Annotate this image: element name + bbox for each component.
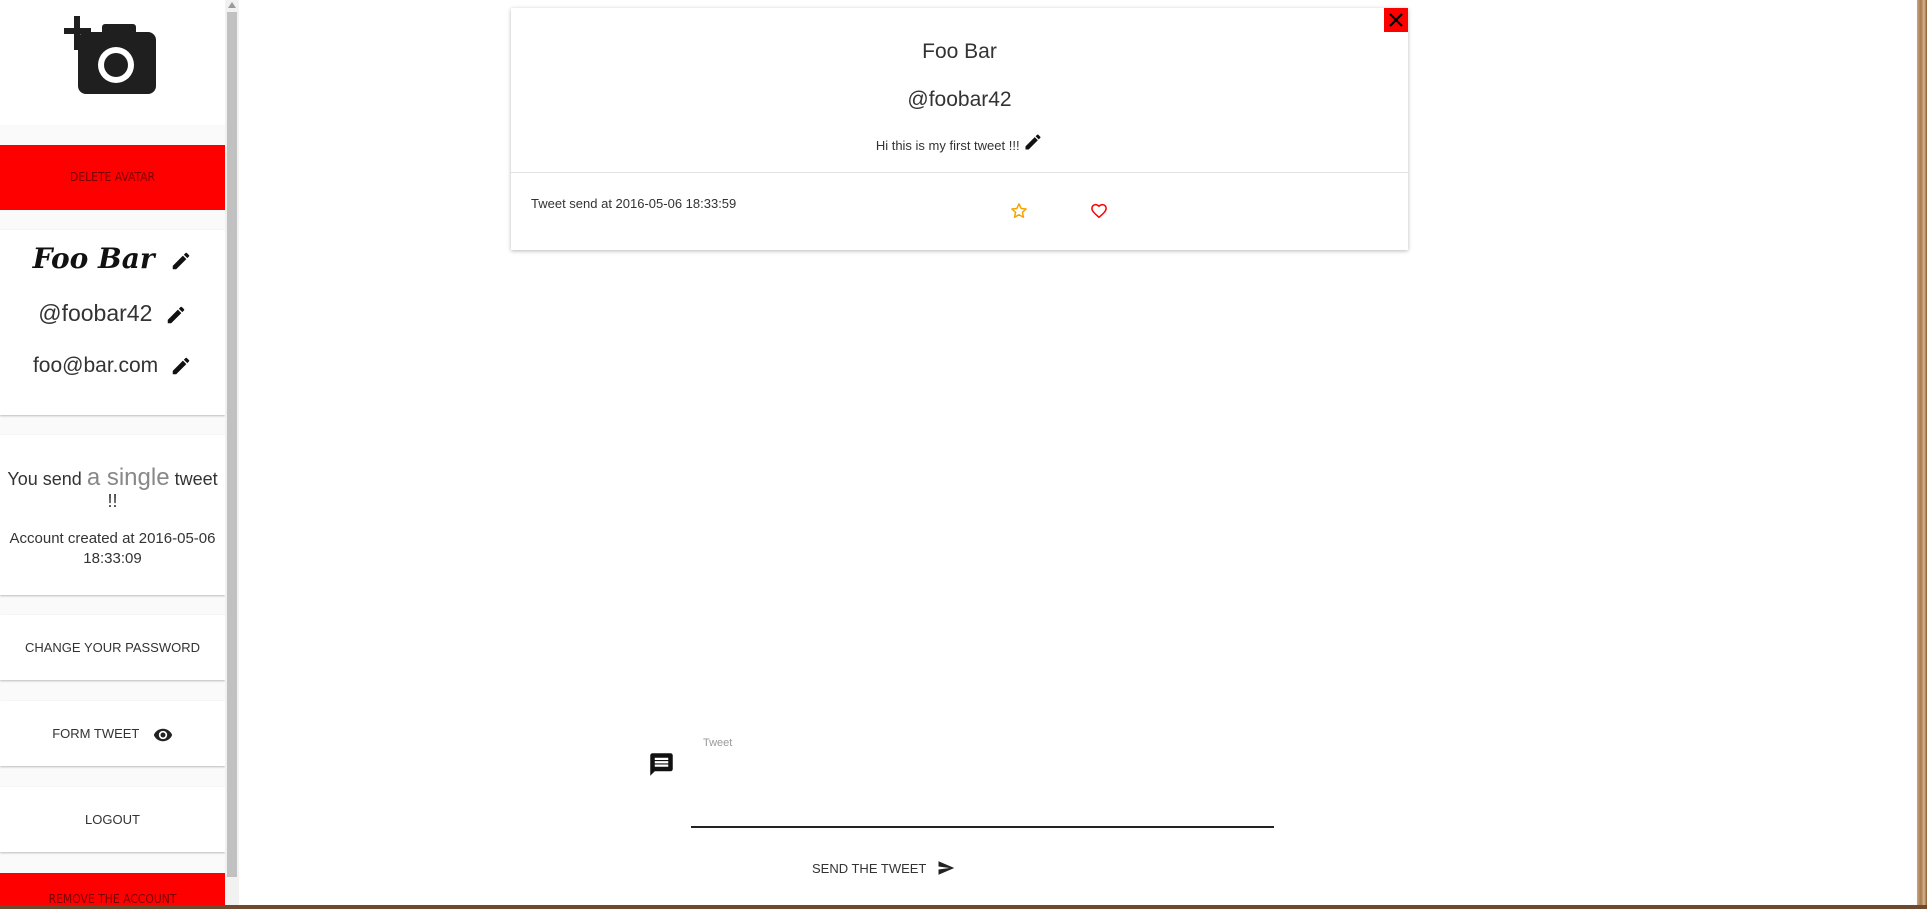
delete-avatar-button[interactable]: Delete avatar	[0, 145, 225, 210]
change-password-button[interactable]: Change your password	[0, 615, 225, 680]
tweet-count-text: You send a single tweet !!	[6, 464, 219, 512]
heart-icon[interactable]	[1090, 202, 1108, 220]
send-tweet-button[interactable]: Send the tweet	[812, 856, 956, 880]
star-icon[interactable]	[1010, 202, 1028, 220]
edit-handle-icon[interactable]	[165, 304, 187, 326]
edit-email-icon[interactable]	[170, 355, 192, 377]
tweet-text-row: Hi this is my first tweet !!!	[511, 132, 1408, 153]
add-a-photo-icon[interactable]	[64, 16, 156, 100]
edit-tweet-icon[interactable]	[1023, 132, 1043, 152]
profile-card: Foo Bar @foobar42 foo@bar.com	[0, 230, 225, 415]
form-tweet-card: Form tweet	[0, 701, 225, 766]
send-icon	[938, 861, 955, 875]
tweet-count-value: a single	[86, 464, 170, 491]
tweet-divider	[511, 172, 1408, 173]
form-tweet-button[interactable]: Form tweet	[0, 701, 225, 766]
logout-card: Logout	[0, 787, 225, 852]
profile-handle-row: @foobar42	[0, 300, 225, 327]
scroll-up-arrow-icon[interactable]	[228, 2, 236, 8]
tweet-date: Tweet send at 2016-05-06 18:33:59	[531, 196, 737, 211]
avatar-card	[0, 0, 225, 125]
profile-name: Foo Bar	[32, 242, 155, 275]
message-icon	[650, 753, 673, 776]
profile-email-row: foo@bar.com	[0, 354, 225, 378]
tweet-count-exclaim: !!	[107, 491, 118, 511]
tweet-text: Hi this is my first tweet !!!	[875, 138, 1020, 153]
close-button[interactable]	[1384, 8, 1408, 32]
window-bottom-edge	[0, 905, 1927, 909]
window-edge	[1917, 0, 1927, 909]
profile-email: foo@bar.com	[32, 354, 159, 377]
tweet-input-label: Tweet	[703, 737, 733, 749]
form-tweet-label: Form tweet	[52, 726, 140, 741]
sidebar-scrollbar[interactable]	[225, 0, 239, 909]
stats-card: You send a single tweet !! Account creat…	[0, 435, 225, 595]
account-created-text: Account created at 2016-05-06 18:33:09	[9, 530, 216, 567]
tweet-card: Foo Bar @foobar42 Hi this is my first tw…	[511, 8, 1408, 250]
profile-handle: @foobar42	[38, 300, 153, 326]
tweet-count-prefix: You send	[7, 469, 82, 489]
tweet-count-suffix: tweet	[174, 469, 218, 489]
sidebar: Delete avatar Foo Bar @foobar42 foo@bar.…	[0, 0, 225, 909]
tweet-input[interactable]	[691, 752, 1274, 828]
tweet-author-name: Foo Bar	[922, 40, 997, 63]
close-icon	[1389, 13, 1403, 27]
edit-name-icon[interactable]	[170, 250, 192, 272]
remove-account-button[interactable]: Remove the account	[0, 873, 225, 909]
logout-button[interactable]: Logout	[0, 787, 225, 852]
scrollbar-thumb[interactable]	[227, 12, 237, 877]
change-password-card: Change your password	[0, 615, 225, 680]
eye-icon	[153, 728, 172, 741]
tweet-author-handle: @foobar42	[907, 88, 1012, 111]
profile-name-row: Foo Bar	[0, 242, 225, 275]
send-tweet-label: Send the tweet	[812, 860, 927, 876]
